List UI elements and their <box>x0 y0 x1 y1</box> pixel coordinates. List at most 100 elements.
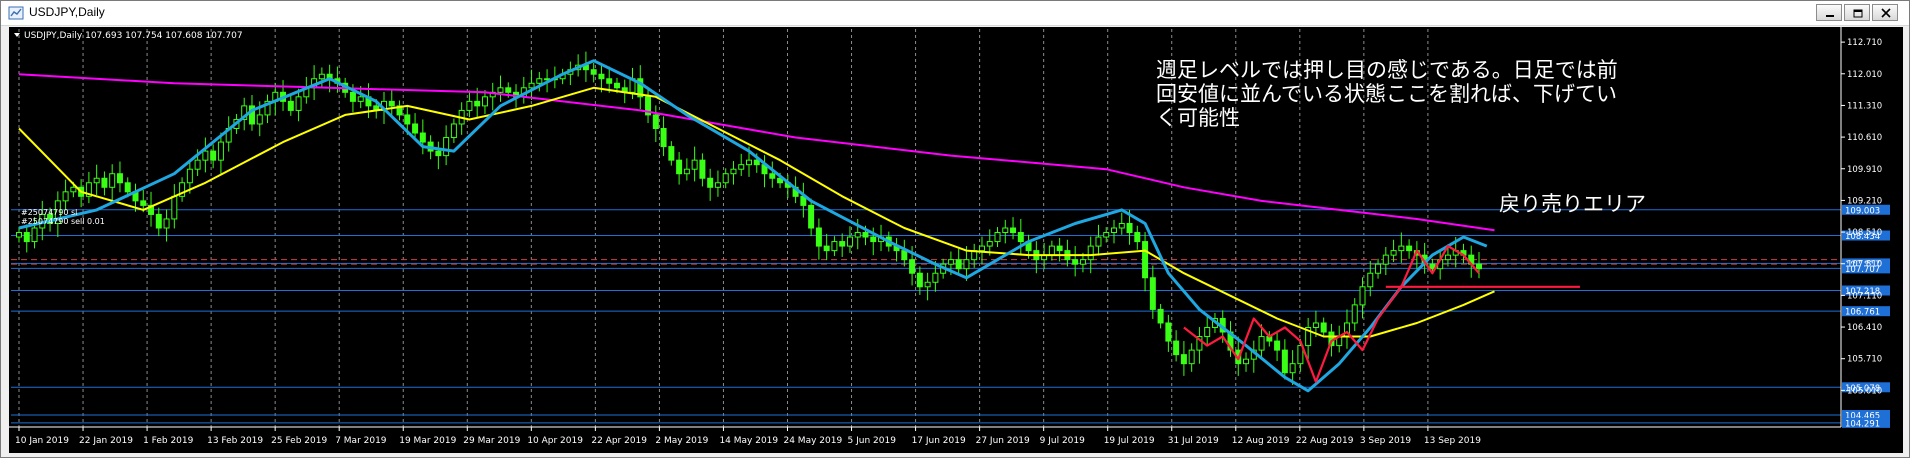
x-tick-label: 22 Jan 2019 <box>79 436 133 446</box>
order-label-sl[interactable]: #25074790 sl <box>21 208 77 217</box>
candle-bull <box>1111 227 1117 234</box>
x-tick-label: 19 Jul 2019 <box>1104 436 1155 446</box>
candle-bull <box>730 168 737 175</box>
chart-area[interactable]: 10 Jan 2019 22 Jan 2019 1 Feb 2019 13 Feb 2… <box>9 27 1903 453</box>
candle-bear <box>1173 340 1180 356</box>
annotation-line-2[interactable]: 回安値に並んでいる状態ここを割れば、下げてい <box>1156 82 1617 106</box>
candle-bull <box>1243 358 1250 365</box>
candle-bear <box>1274 340 1281 351</box>
candle-bear <box>101 177 108 188</box>
candle-bull <box>746 159 752 166</box>
candle-bull <box>1103 232 1110 238</box>
candle-bull <box>738 164 745 170</box>
candle-bull <box>963 259 970 270</box>
x-tick-label: 13 Sep 2019 <box>1424 436 1481 446</box>
x-tick-label: 31 Jul 2019 <box>1168 436 1219 446</box>
candle-bear <box>769 173 776 179</box>
candle-bull <box>443 137 450 157</box>
candle-bear <box>699 159 706 179</box>
candle-bull <box>994 232 1001 243</box>
order-label-sell[interactable]: #25074790 sell 0.01 <box>21 217 105 226</box>
candle-bull <box>986 241 993 247</box>
candle-bull <box>217 141 224 161</box>
minimize-button[interactable] <box>1816 4 1842 21</box>
x-tick-label: 14 May 2019 <box>719 436 778 446</box>
candle-bear <box>668 146 675 161</box>
x-tick-label: 17 Jun 2019 <box>912 436 966 446</box>
annotation-line-1[interactable]: 週足レベルでは押し目の感じである。日足では前 <box>1156 58 1618 82</box>
candle-bear <box>116 173 123 184</box>
candle-bear <box>652 114 659 129</box>
x-tick-label: 27 Jun 2019 <box>976 436 1030 446</box>
candle-bull <box>450 123 457 139</box>
candle-bear <box>839 241 846 247</box>
y-tick-label: 109.910 <box>1847 165 1882 175</box>
window-title: USDJPY,Daily <box>29 5 105 19</box>
zone-label[interactable]: 戻り売りエリア <box>1499 192 1646 216</box>
candle-bear <box>1017 232 1024 243</box>
candle-bear <box>412 123 419 134</box>
candle-bear <box>388 100 395 107</box>
minimize-icon <box>1826 15 1834 17</box>
x-tick-label: 3 Sep 2019 <box>1360 436 1412 446</box>
candle-bull <box>318 73 325 80</box>
candle-bull <box>978 245 985 252</box>
candle-bull <box>1095 236 1102 247</box>
candle-bear <box>916 272 923 288</box>
candle-bear <box>124 182 131 193</box>
ma-mid-line <box>18 86 1495 338</box>
y-tick-label: 105.710 <box>1847 355 1882 365</box>
candle-bear <box>901 250 908 261</box>
x-tick-label: 7 Mar 2019 <box>335 436 387 446</box>
candle-bear <box>140 200 147 206</box>
candle-bull <box>466 100 473 111</box>
candle-bear <box>815 227 822 247</box>
candle-bull <box>1312 322 1319 328</box>
candle-bull <box>1118 222 1125 229</box>
restore-button[interactable] <box>1844 4 1870 21</box>
level-price-label: 109.003 <box>1845 206 1880 216</box>
close-button[interactable] <box>1872 4 1898 21</box>
candle-bull <box>16 232 22 238</box>
candle-bear <box>505 87 512 93</box>
y-tick-label: 110.610 <box>1847 133 1882 143</box>
candle-bear <box>823 245 830 252</box>
x-tick-label: 10 Apr 2019 <box>527 436 583 446</box>
x-tick-label: 5 Jun 2019 <box>848 436 897 446</box>
candle-bull <box>186 168 193 184</box>
candle-bear <box>598 73 605 80</box>
annotation-line-3[interactable]: く可能性 <box>1156 106 1240 130</box>
candle-bull <box>1398 245 1405 252</box>
candle-bull <box>846 236 853 247</box>
candle-bull <box>1382 254 1389 265</box>
candle-bear <box>1056 245 1063 252</box>
candle-bear <box>1165 322 1172 342</box>
candle-bull <box>1351 304 1358 324</box>
y-tick-label: 105.010 <box>1847 386 1882 396</box>
y-tick-label: 111.310 <box>1847 101 1882 111</box>
candle-bear <box>1157 308 1164 324</box>
candle-bear <box>660 128 667 148</box>
candle-bull <box>722 173 729 184</box>
candle-bear <box>1142 241 1149 279</box>
candle-bear <box>870 236 877 243</box>
title-bar[interactable]: USDJPY,Daily <box>1 1 1909 26</box>
candle-bull <box>1444 254 1451 261</box>
candle-bear <box>474 100 481 107</box>
candle-bear <box>1180 354 1187 365</box>
candle-bear <box>1406 245 1413 252</box>
candle-bull <box>1079 259 1086 265</box>
candle-bear <box>435 150 442 157</box>
price-chart[interactable]: 10 Jan 2019 22 Jan 2019 1 Feb 2019 13 Feb 2… <box>9 27 1903 453</box>
candle-bull <box>70 186 77 193</box>
candle-bear <box>1126 222 1133 234</box>
y-tick-label: 109.210 <box>1847 196 1882 206</box>
candle-bear <box>349 91 356 102</box>
candle-bull <box>109 173 116 188</box>
candle-bear <box>287 100 294 111</box>
candle-bull <box>171 195 178 220</box>
candle-bull <box>31 227 38 243</box>
x-tick-label: 1 Feb 2019 <box>143 436 194 446</box>
candle-bull <box>256 114 263 125</box>
candle-bull <box>62 191 69 202</box>
